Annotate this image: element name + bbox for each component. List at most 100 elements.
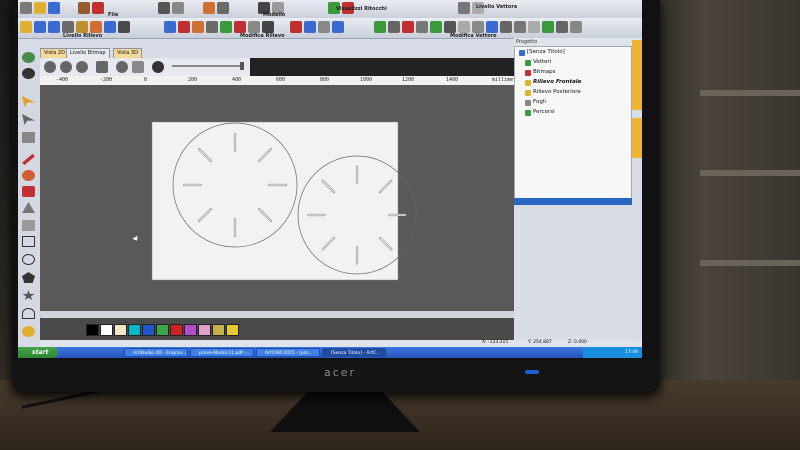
- brush-icon[interactable]: [22, 170, 35, 181]
- taskbar-item[interactable]: ArtCAM 2015 - [pro...: [256, 348, 320, 357]
- color-swatch[interactable]: [212, 324, 225, 336]
- fill-icon[interactable]: [22, 186, 35, 197]
- sculpt-icon[interactable]: [22, 202, 35, 213]
- color-swatch[interactable]: [86, 324, 99, 336]
- tool-icon[interactable]: [262, 21, 274, 33]
- tree-item-rilievo-posteriore[interactable]: Rilievo Posteriore: [533, 89, 581, 95]
- tab-vista-2d[interactable]: Vista 2D: [40, 48, 69, 58]
- bulb-icon[interactable]: [22, 326, 35, 337]
- tool-icon[interactable]: [430, 21, 442, 33]
- star-icon[interactable]: [22, 290, 35, 301]
- node-edit-icon[interactable]: [22, 114, 35, 125]
- tool-icon[interactable]: [332, 21, 344, 33]
- zoom-all-icon[interactable]: [116, 61, 128, 73]
- tool-icon[interactable]: [20, 21, 32, 33]
- tree-item-fogli[interactable]: Fogli: [533, 99, 546, 105]
- tool-icon[interactable]: [458, 21, 470, 33]
- color-swatch[interactable]: [198, 324, 211, 336]
- color-swatch[interactable]: [128, 324, 141, 336]
- tree-item-rilievo-frontale[interactable]: Rilievo Frontale: [533, 79, 581, 85]
- system-tray-clock[interactable]: 17:49: [583, 347, 642, 358]
- drawing-canvas[interactable]: [40, 85, 520, 311]
- tool-icon[interactable]: [220, 21, 232, 33]
- tool-icon[interactable]: [486, 21, 498, 33]
- circle-icon[interactable]: [22, 254, 35, 265]
- tree-item-percorsi[interactable]: Percorsi: [533, 109, 555, 115]
- eraser-icon[interactable]: [22, 220, 35, 231]
- tool-icon[interactable]: [172, 2, 184, 14]
- color-swatch[interactable]: [156, 324, 169, 336]
- tree-item-bitmaps[interactable]: Bitmaps: [533, 69, 556, 75]
- tool-icon[interactable]: [164, 21, 176, 33]
- tool-icon[interactable]: [178, 21, 190, 33]
- color-swatch[interactable]: [226, 324, 239, 336]
- tool-icon[interactable]: [203, 2, 215, 14]
- tool-icon[interactable]: [118, 21, 130, 33]
- tool-icon[interactable]: [500, 21, 512, 33]
- tab-livello-bitmap[interactable]: Livello Bitmap: [66, 48, 110, 58]
- camera-icon[interactable]: [152, 61, 164, 73]
- zoom-in-icon[interactable]: [44, 61, 56, 73]
- tab-vista-3d[interactable]: Vista 3D: [113, 48, 142, 58]
- tool-icon[interactable]: [234, 21, 246, 33]
- zoom-icon[interactable]: [22, 52, 35, 63]
- taskbar-item[interactable]: prova-Model.11.pdf -...: [190, 348, 254, 357]
- color-swatch[interactable]: [100, 324, 113, 336]
- tool-icon[interactable]: [318, 21, 330, 33]
- color-swatch[interactable]: [184, 324, 197, 336]
- tool-icon[interactable]: [570, 21, 582, 33]
- horizontal-scrollbar[interactable]: [40, 311, 526, 317]
- tree-item-vettori[interactable]: Vettori: [533, 59, 551, 65]
- zoom-fit-icon[interactable]: [76, 61, 88, 73]
- tool-icon[interactable]: [388, 21, 400, 33]
- tool-icon[interactable]: [402, 21, 414, 33]
- transform-icon[interactable]: [22, 132, 35, 143]
- save-icon[interactable]: [48, 2, 60, 14]
- tool-icon[interactable]: [78, 2, 90, 14]
- tool-icon[interactable]: [542, 21, 554, 33]
- grid-icon[interactable]: [132, 61, 144, 73]
- tree-item-project[interactable]: [Senza Titolo]: [527, 49, 565, 55]
- arc-icon[interactable]: [22, 308, 35, 319]
- tool-icon[interactable]: [514, 21, 526, 33]
- tool-icon[interactable]: [34, 21, 46, 33]
- tool-icon[interactable]: [556, 21, 568, 33]
- tool-icon[interactable]: [458, 2, 470, 14]
- side-tab-livelli[interactable]: [632, 40, 642, 110]
- side-tab-tutorial[interactable]: [632, 118, 642, 158]
- tool-icon[interactable]: [62, 21, 74, 33]
- slider-handle[interactable]: [240, 62, 244, 70]
- pen-icon[interactable]: [22, 154, 35, 165]
- taskbar-item[interactable]: ArtStudio 4D - Engrav...: [124, 348, 188, 357]
- tool-icon[interactable]: [206, 21, 218, 33]
- tool-icon[interactable]: [248, 21, 260, 33]
- tool-icon[interactable]: [158, 2, 170, 14]
- slider-track[interactable]: [172, 65, 242, 67]
- polygon-icon[interactable]: [22, 272, 35, 283]
- tool-icon[interactable]: [528, 21, 540, 33]
- tool-icon[interactable]: [290, 21, 302, 33]
- tool-icon[interactable]: [374, 21, 386, 33]
- tool-icon[interactable]: [92, 2, 104, 14]
- tool-icon[interactable]: [76, 21, 88, 33]
- tool-icon[interactable]: [48, 21, 60, 33]
- zoom-out-icon[interactable]: [60, 61, 72, 73]
- tool-icon[interactable]: [304, 21, 316, 33]
- color-swatch[interactable]: [114, 324, 127, 336]
- taskbar-item[interactable]: [Senza Titolo] - ArtC...: [322, 348, 386, 357]
- start-button[interactable]: start: [18, 347, 58, 358]
- tool-icon[interactable]: [444, 21, 456, 33]
- tool-icon[interactable]: [104, 21, 116, 33]
- tool-icon[interactable]: [472, 21, 484, 33]
- rectangle-icon[interactable]: [22, 236, 35, 247]
- tool-icon[interactable]: [192, 21, 204, 33]
- color-swatch[interactable]: [142, 324, 155, 336]
- open-folder-icon[interactable]: [34, 2, 46, 14]
- pan-icon[interactable]: [22, 68, 35, 79]
- zoom-window-icon[interactable]: [96, 61, 108, 73]
- color-swatch[interactable]: [170, 324, 183, 336]
- select-arrow-icon[interactable]: [22, 96, 35, 107]
- new-file-icon[interactable]: [20, 2, 32, 14]
- tool-icon[interactable]: [90, 21, 102, 33]
- tool-icon[interactable]: [416, 21, 428, 33]
